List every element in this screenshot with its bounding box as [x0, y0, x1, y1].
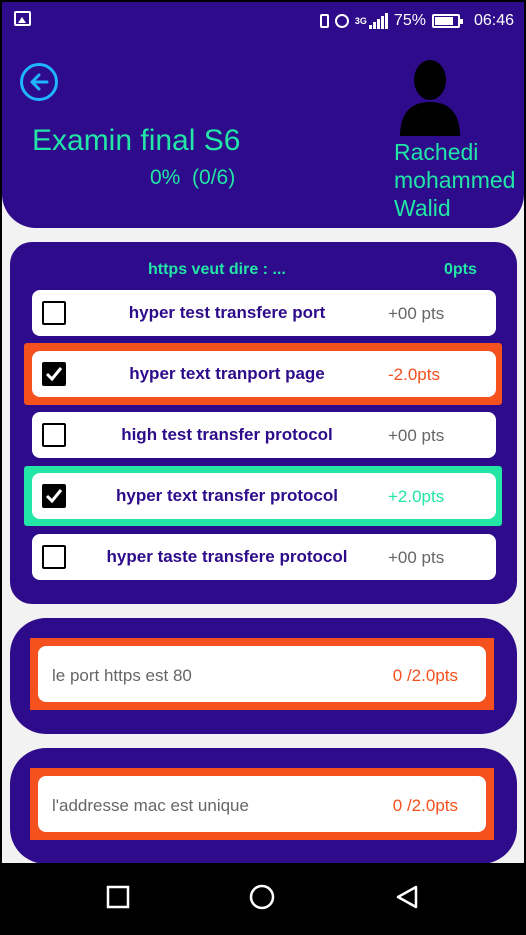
back-button[interactable]	[20, 63, 58, 101]
student-first-name: Rachedi	[394, 139, 479, 165]
option-label: hyper taste transfere protocol	[106, 547, 348, 566]
answer-option[interactable]: hyper taste transfere protocol +00 pts	[32, 534, 496, 580]
app-frame: 3G 75% 06:46 Examin final S6 0% (0/6) Ra…	[2, 2, 524, 933]
option-label: hyper test transfere port	[128, 303, 326, 322]
checkbox[interactable]	[42, 545, 66, 569]
battery-percent: 75%	[393, 12, 426, 29]
recents-square-icon[interactable]	[106, 885, 130, 909]
statement-score: 0 /2.0pts	[392, 666, 458, 685]
student-last-name: Walid	[394, 195, 451, 221]
question-text: https veut dire : ...	[148, 261, 286, 278]
student-middle-name: mohammed	[394, 167, 516, 193]
option-points: -2.0pts	[388, 365, 440, 384]
checkbox-checked[interactable]	[42, 484, 66, 508]
home-circle-icon[interactable]	[249, 884, 275, 910]
option-label: hyper text tranport page	[129, 364, 325, 383]
avatar-icon	[400, 60, 460, 136]
true-false-card: le port https est 80 0 /2.0pts	[10, 618, 517, 734]
answer-option[interactable]: hyper test transfere port +00 pts	[32, 290, 496, 336]
battery-icon	[431, 14, 463, 28]
alarm-icon	[334, 14, 349, 28]
signal-icon	[368, 13, 388, 29]
checkmark-icon	[45, 367, 63, 382]
statement-row[interactable]: l'addresse mac est unique 0 /2.0pts	[38, 776, 486, 832]
statement-text: l'addresse mac est unique	[52, 796, 249, 815]
statement-score: 0 /2.0pts	[392, 796, 458, 815]
status-bar: 3G 75% 06:46	[2, 2, 524, 40]
option-points: +00 pts	[388, 304, 445, 323]
navigation-bar	[2, 863, 524, 933]
question-points: 0pts	[444, 261, 477, 278]
exam-title: Examin final S6	[32, 124, 241, 157]
question-card: https veut dire : ... 0pts hyper test tr…	[10, 242, 517, 604]
checkmark-icon	[45, 489, 63, 504]
statement-row[interactable]: le port https est 80 0 /2.0pts	[38, 646, 486, 702]
checkbox-checked[interactable]	[42, 362, 66, 386]
arrow-left-icon	[30, 73, 49, 91]
answer-option[interactable]: hyper text transfer protocol +2.0pts	[32, 473, 496, 519]
clock: 06:46	[473, 12, 514, 29]
checkbox[interactable]	[42, 301, 66, 325]
option-label: high test transfer protocol	[121, 425, 333, 444]
option-points: +2.0pts	[388, 487, 445, 506]
answer-option[interactable]: high test transfer protocol +00 pts	[32, 412, 496, 458]
wrong-answer-highlight: le port https est 80 0 /2.0pts	[30, 638, 494, 710]
exam-progress: 0% (0/6)	[150, 166, 236, 189]
network-type: 3G	[354, 16, 367, 26]
status-icons: 3G 75% 06:46	[319, 11, 514, 31]
statement-text: le port https est 80	[52, 666, 192, 685]
option-label: hyper text transfer protocol	[116, 486, 338, 505]
wrong-answer-highlight: l'addresse mac est unique 0 /2.0pts	[30, 768, 494, 840]
true-false-card: l'addresse mac est unique 0 /2.0pts	[10, 748, 517, 864]
option-points: +00 pts	[388, 426, 445, 445]
exam-header: Examin final S6 0% (0/6) Rachedi mohamme…	[2, 40, 524, 228]
back-triangle-icon[interactable]	[395, 885, 419, 909]
checkbox[interactable]	[42, 423, 66, 447]
gallery-notification-icon	[14, 11, 31, 26]
student-name: Rachedi mohammed Walid	[394, 138, 515, 222]
vibrate-icon	[319, 14, 329, 28]
option-points: +00 pts	[388, 548, 445, 567]
answer-option[interactable]: hyper text tranport page -2.0pts	[32, 351, 496, 397]
